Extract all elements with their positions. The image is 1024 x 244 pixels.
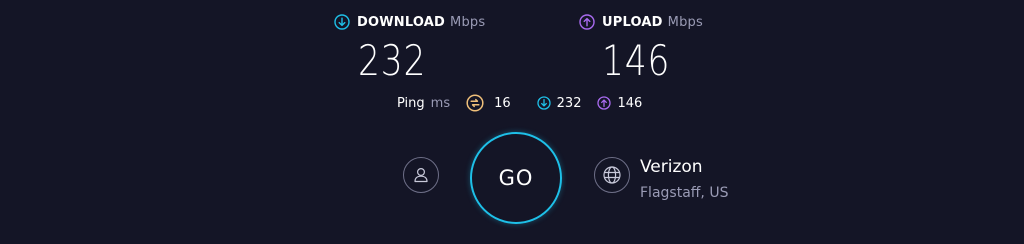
ping-download-value: 232 [556, 95, 582, 111]
user-button[interactable] [403, 157, 439, 193]
go-button[interactable]: GO [470, 132, 562, 224]
server-selector-button[interactable] [594, 157, 630, 193]
ping-upload-value: 146 [617, 95, 643, 111]
ping-idle-icon [466, 94, 484, 112]
ping-unit: ms [430, 95, 451, 111]
download-unit: Mbps [450, 14, 486, 30]
ping-idle: 16 [466, 94, 511, 112]
download-metric: DOWNLOAD Mbps 232 [334, 14, 485, 85]
arrow-up-circle-icon [597, 96, 612, 110]
arrow-down-circle-icon [334, 14, 350, 30]
upload-metric: UPLOAD Mbps 146 [579, 14, 703, 85]
download-label: DOWNLOAD [357, 14, 446, 30]
provider-location: Flagstaff, US [640, 185, 729, 201]
go-button-label: GO [498, 166, 534, 190]
upload-unit: Mbps [667, 14, 703, 30]
arrow-down-circle-icon [537, 96, 551, 110]
user-icon [412, 166, 430, 184]
ping-upload: 146 [597, 96, 642, 111]
ping-row: Ping ms 16 232 146 [397, 94, 660, 112]
upload-label: UPLOAD [602, 14, 663, 30]
ping-label: Ping [397, 95, 425, 111]
provider-info[interactable]: Verizon Flagstaff, US [640, 156, 728, 202]
download-value: 232 [358, 36, 427, 85]
speedtest-panel: DOWNLOAD Mbps 232 UPLOAD Mbps 146 Ping m… [0, 0, 1024, 244]
ping-idle-value: 16 [494, 95, 511, 111]
globe-icon [602, 165, 622, 185]
arrow-up-circle-icon [579, 14, 595, 30]
upload-value: 146 [602, 36, 671, 85]
provider-name: Verizon [640, 157, 703, 177]
upload-header: UPLOAD Mbps [579, 14, 703, 30]
download-header: DOWNLOAD Mbps [334, 14, 485, 30]
ping-download: 232 [537, 95, 582, 111]
